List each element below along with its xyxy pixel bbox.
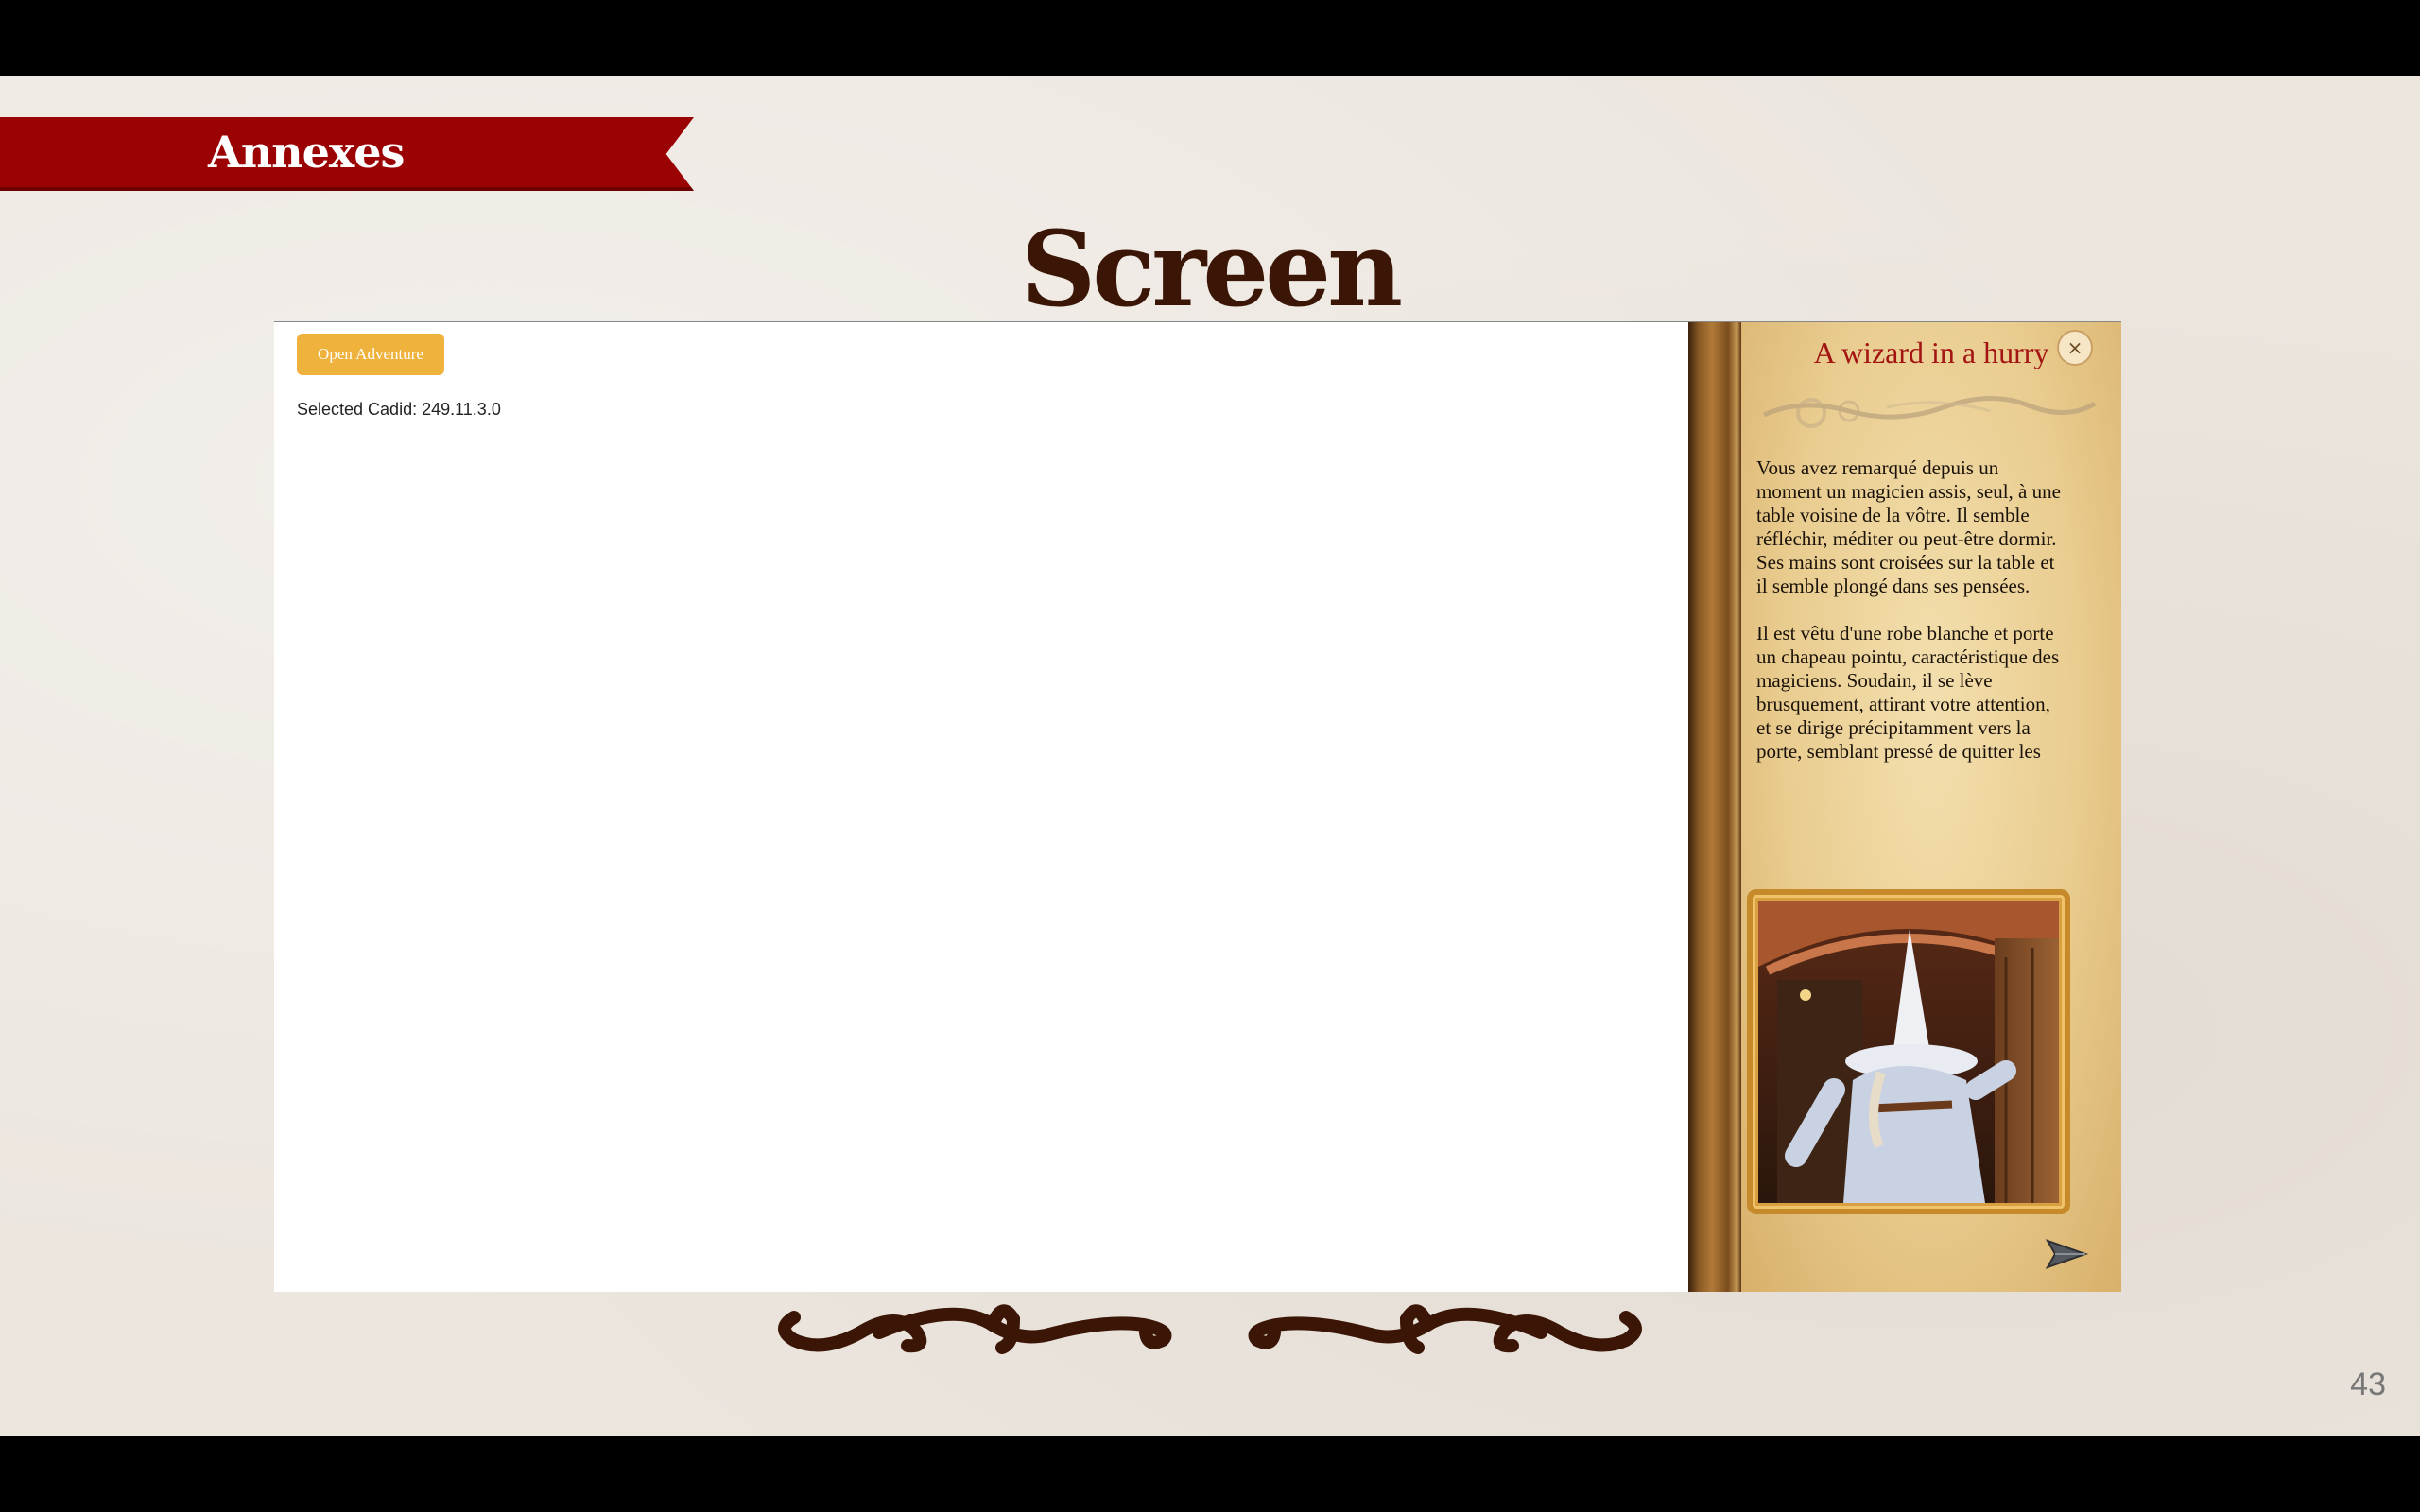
section-label: Annexes — [208, 127, 405, 178]
next-page-arrow-icon[interactable] — [2044, 1235, 2089, 1273]
selected-cadid-text: Selected Cadid: 249.11.3.0 — [297, 400, 501, 419]
book-spine — [1688, 322, 1741, 1292]
section-banner: Annexes — [0, 117, 694, 191]
open-adventure-button[interactable]: Open Adventure — [297, 334, 444, 375]
slide-title: Screen — [1020, 208, 1403, 330]
wizard-illustration-icon — [1758, 901, 2059, 1203]
illustration-frame — [1747, 889, 2070, 1214]
adventure-book-panel: A wizard in a hurry × Vous avez remarqué… — [1688, 322, 2121, 1292]
slide: Annexes Screen Open Adventure Selected C… — [0, 76, 2420, 1436]
close-icon[interactable]: × — [2057, 330, 2093, 366]
story-paragraph: Vous avez remarqué depuis un moment un m… — [1756, 456, 2061, 597]
story-paragraph: Il est vêtu d'une robe blanche et porte … — [1756, 622, 2060, 763]
page-number: 43 — [2350, 1366, 2386, 1402]
ornamental-scroll-divider-icon — [778, 1304, 1642, 1354]
flourish-divider-icon — [1762, 396, 2097, 428]
story-text: Vous avez remarqué depuis un moment un m… — [1756, 456, 2068, 814]
app-screen: Open Adventure Selected Cadid: 249.11.3.… — [274, 321, 2121, 1292]
